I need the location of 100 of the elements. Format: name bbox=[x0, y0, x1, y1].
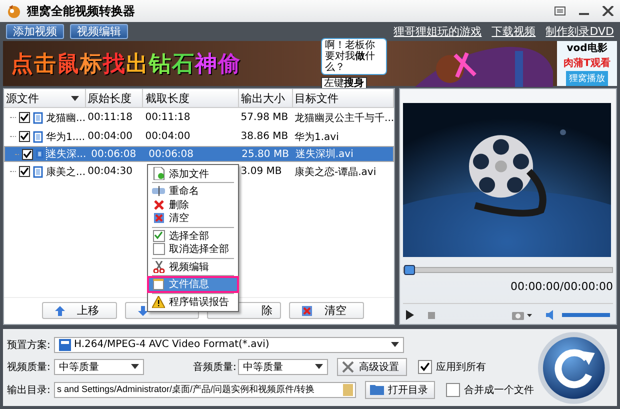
audio-quality-dropdown[interactable]: 中等质量 bbox=[238, 358, 328, 374]
table-cell: 25.80 MB bbox=[242, 148, 289, 160]
column-header[interactable]: 输出大小 bbox=[238, 89, 293, 107]
column-header[interactable]: 原始长度 bbox=[86, 89, 144, 107]
menu-item[interactable]: 选择全部 bbox=[149, 229, 237, 242]
scissors-icon bbox=[152, 260, 164, 273]
banner-hint: 左键搜身 bbox=[321, 76, 367, 90]
toolbar-link[interactable]: 下载视频 bbox=[492, 24, 536, 38]
toolbar-link[interactable]: 狸哥狸姐玩的游戏 bbox=[394, 24, 482, 38]
table-cell: 00:04:30 bbox=[88, 166, 133, 177]
preset-dropdown[interactable]: H.264/MPEG-4 AVC Video Format(*.avi) bbox=[54, 336, 404, 352]
down-arrow-icon bbox=[138, 306, 148, 316]
output-dir-label: 输出目录: bbox=[7, 384, 51, 396]
toolbar-button[interactable]: 添加视频 bbox=[6, 24, 64, 38]
checkbox-label: 应用到所有 bbox=[436, 360, 486, 374]
play-icon[interactable] bbox=[406, 310, 414, 320]
table-cell-text: 华为1.avi bbox=[294, 130, 339, 144]
menu-item[interactable]: 取消选择全部 bbox=[149, 242, 237, 256]
progress-slider[interactable] bbox=[403, 267, 613, 273]
banner-headline-char: 鼠 bbox=[57, 50, 79, 78]
menu-item[interactable]: 重命名 bbox=[149, 184, 237, 198]
banner-headline-char: 点 bbox=[11, 50, 33, 78]
banner-headline-char: 击 bbox=[34, 50, 56, 78]
table-cell-text: 康美之... bbox=[46, 166, 86, 178]
row-checkbox[interactable] bbox=[19, 112, 30, 123]
notepad-icon bbox=[153, 278, 164, 290]
column-header[interactable]: 源文件 bbox=[4, 89, 86, 107]
table-cell: 00:11:18 bbox=[145, 112, 190, 123]
menu-checkbox[interactable] bbox=[152, 243, 164, 256]
folder-icon bbox=[370, 384, 384, 395]
table-cell: 迷失深... bbox=[46, 147, 86, 161]
film-icon bbox=[33, 130, 43, 142]
table-cell-text: 龙猫幽... bbox=[46, 112, 86, 124]
menu-checkbox[interactable] bbox=[152, 230, 164, 242]
dropdown-arrow-icon bbox=[391, 342, 399, 347]
dropdown-arrow-icon bbox=[131, 364, 139, 369]
list-button[interactable]: 上移 bbox=[42, 302, 117, 319]
menu-item[interactable]: 删除 bbox=[149, 198, 237, 212]
speech-bubble: 啊！老板你要对我做什么？ bbox=[321, 38, 387, 74]
toolbar-link[interactable]: 制作刻录DVD bbox=[546, 24, 614, 38]
add-file-icon bbox=[152, 167, 164, 180]
table-cell: 00:06:08 bbox=[91, 148, 136, 160]
menu-item[interactable]: 清空 bbox=[149, 212, 237, 225]
banner-headline-char: 出 bbox=[126, 50, 148, 78]
list-button[interactable]: 清空 bbox=[289, 302, 364, 319]
up-arrow-icon bbox=[55, 306, 65, 316]
banner-vod-text: vod电影 bbox=[566, 42, 608, 55]
film-icon bbox=[36, 148, 44, 160]
open-folder-button[interactable]: 打开目录 bbox=[365, 380, 435, 398]
convert-button[interactable] bbox=[537, 330, 611, 404]
menu-item[interactable]: 添加文件 bbox=[149, 167, 237, 180]
row-checkbox[interactable] bbox=[19, 131, 30, 142]
table-cell: 00:11:18 bbox=[88, 112, 133, 123]
file-row[interactable]: 迷失深... 00:06:08 00:06:08 25.80 MB 迷失深圳.avi bbox=[4, 146, 394, 162]
app-logo-icon bbox=[6, 3, 22, 19]
table-cell: 00:06:08 bbox=[148, 148, 194, 160]
toolbar-button[interactable]: 视频编辑 bbox=[70, 24, 128, 38]
menu-item[interactable]: 文件信息 bbox=[149, 278, 237, 291]
banner-vod-text: 肉蒲T观看 bbox=[564, 56, 610, 70]
advanced-settings-button[interactable]: 高级设置 bbox=[337, 358, 407, 376]
banner-headline-char: 神 bbox=[195, 50, 217, 78]
tools-icon bbox=[342, 360, 355, 372]
volume-icon[interactable] bbox=[546, 310, 556, 320]
column-header[interactable]: 目标文件 bbox=[292, 89, 394, 107]
table-cell: 00:04:00 bbox=[145, 131, 190, 142]
column-header[interactable]: 截取长度 bbox=[143, 89, 239, 107]
output-dir-field[interactable]: s and Settings/Administrator/桌面/产品/问题实例和视频原件/转换 bbox=[54, 382, 356, 398]
volume-slider[interactable] bbox=[562, 313, 610, 317]
banner-headline-char: 偷 bbox=[218, 50, 240, 78]
rename-icon bbox=[152, 186, 165, 196]
file-row[interactable]: 龙猫幽... 00:11:18 00:11:18 57.98 MB 龙猫幽灵公主千与千... bbox=[4, 108, 394, 127]
banner-headline-char: 石 bbox=[172, 50, 194, 78]
row-checkbox[interactable] bbox=[19, 166, 30, 177]
dropdown-arrow-icon[interactable] bbox=[70, 96, 79, 100]
banner-headline-char: 标 bbox=[80, 50, 102, 78]
preset-label: 预置方案: bbox=[7, 338, 51, 352]
ad-banner[interactable]: 点击鼠标找出钻石神偷 啊！老板你要对我做什么？ 左键搜身 vod电影 肉蒲T观看 狸窝播放 bbox=[3, 41, 617, 86]
window-title: 狸窝全能视频转换器 bbox=[27, 2, 135, 20]
row-checkbox[interactable] bbox=[22, 148, 34, 160]
banner-headline-char: 钻 bbox=[149, 50, 171, 78]
menu-item[interactable]: 程序错误报告 bbox=[149, 295, 237, 308]
banner-headline-char: 找 bbox=[103, 50, 125, 78]
time-display: 00:00:00/00:00:00 bbox=[510, 280, 613, 293]
close-icon[interactable] bbox=[602, 6, 614, 16]
apply-all-checkbox[interactable] bbox=[418, 360, 432, 374]
clear-icon bbox=[154, 213, 164, 224]
film-icon bbox=[33, 166, 43, 178]
clapperboard-icon bbox=[59, 338, 71, 350]
table-cell: 57.98 MB bbox=[240, 112, 288, 123]
film-icon bbox=[33, 112, 43, 124]
video-quality-dropdown[interactable]: 中等质量 bbox=[54, 358, 144, 374]
merge-checkbox[interactable] bbox=[446, 382, 460, 396]
dropdown-arrow-icon bbox=[315, 364, 323, 369]
options-icon[interactable] bbox=[554, 6, 566, 16]
table-cell-text: 康美之恋-谭晶.avi bbox=[294, 166, 376, 178]
menu-item[interactable]: 视频编辑 bbox=[149, 260, 237, 274]
camera-icon[interactable] bbox=[512, 310, 532, 320]
warning-icon bbox=[152, 296, 165, 308]
audio-quality-label: 音频质量: bbox=[193, 360, 235, 374]
delete-icon bbox=[154, 200, 164, 210]
